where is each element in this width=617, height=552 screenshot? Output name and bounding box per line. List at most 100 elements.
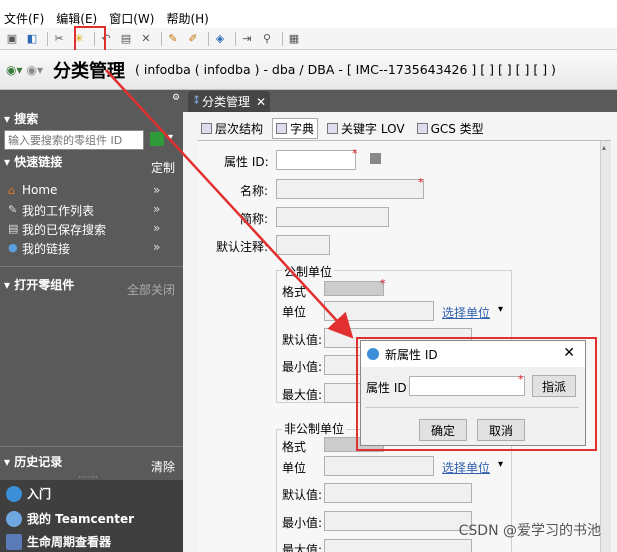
subtab-keyword-lov-label: 关键字 LOV xyxy=(341,121,405,136)
quicklinks-customize-link[interactable]: 定制 xyxy=(151,159,175,176)
attr-id-input[interactable] xyxy=(276,150,356,170)
close-icon[interactable]: ✕ xyxy=(563,345,575,361)
form-scrollbar[interactable]: ▴ xyxy=(600,141,611,552)
nonmetric-max-label: 最大值: xyxy=(282,543,323,552)
classification-tab-icon: ⁑ xyxy=(194,96,199,107)
scroll-up-icon[interactable]: ▴ xyxy=(602,143,606,152)
tool-c-icon[interactable]: ◈ xyxy=(212,31,228,47)
ok-button[interactable]: 确定 xyxy=(419,419,467,441)
metric-unit-label: 单位 xyxy=(282,305,307,319)
dialog-divider xyxy=(365,407,579,408)
quicklink-home[interactable]: Home xyxy=(22,183,57,197)
layout-icon[interactable]: ◧ xyxy=(24,31,40,47)
left-bottom-nav: 入门 我的 Teamcenter 生命周期查看器 xyxy=(0,480,183,552)
menu-help[interactable]: 帮助(H) xyxy=(166,10,208,27)
tool-b-icon[interactable]: ✐ xyxy=(185,31,201,47)
chevron-right-icon[interactable]: » xyxy=(153,202,160,216)
search-input[interactable] xyxy=(4,130,144,150)
home-icon: ⌂ xyxy=(8,184,15,197)
back-icon[interactable]: ◉▾ xyxy=(6,63,23,77)
chevron-right-icon[interactable]: » xyxy=(153,221,160,235)
window-icon[interactable]: ▣ xyxy=(4,31,20,47)
history-section-header[interactable]: ▾ 历史记录 xyxy=(0,453,62,470)
keyword-lov-icon xyxy=(327,122,339,134)
grid-icon[interactable]: ▦ xyxy=(286,31,302,47)
cancel-button[interactable]: 取消 xyxy=(477,419,525,441)
metric-select-unit-link[interactable]: 选择单位 xyxy=(442,304,490,321)
assign-button[interactable]: 指派 xyxy=(532,375,576,397)
quicklink-my-links[interactable]: 我的链接 xyxy=(22,240,70,257)
subtab-gcs-type-label: GCS 类型 xyxy=(430,121,484,136)
metric-min-label: 最小值: xyxy=(282,360,323,374)
nonmetric-format-label: 格式 xyxy=(282,440,307,454)
required-icon: * xyxy=(418,176,424,189)
nonmetric-unit-label: 单位 xyxy=(282,461,307,475)
subtab-dictionary[interactable]: 字典 xyxy=(272,117,319,139)
nonmetric-min-input[interactable] xyxy=(324,511,472,531)
dialog-attr-id-input[interactable] xyxy=(409,376,525,396)
nonmetric-default-input[interactable] xyxy=(324,483,472,503)
quicklink-worklist[interactable]: 我的工作列表 xyxy=(22,202,94,219)
attr-id-lookup-icon[interactable] xyxy=(370,153,381,164)
getting-started-icon xyxy=(6,485,22,502)
page-title: 分类管理 xyxy=(53,60,125,82)
default-note-label: 默认注释: xyxy=(216,240,269,254)
delete-icon[interactable]: ✕ xyxy=(138,31,154,47)
menu-window[interactable]: 窗口(W) xyxy=(109,10,154,27)
save-icon[interactable]: ▤ xyxy=(118,31,134,47)
open-items-section-header[interactable]: ▾ 打开零组件 xyxy=(0,276,74,293)
window-title-strip xyxy=(0,0,617,8)
metric-unit-input[interactable] xyxy=(324,301,434,321)
watermark: CSDN @爱学习的书池 xyxy=(458,523,601,539)
nonmetric-select-unit-link[interactable]: 选择单位 xyxy=(442,459,490,476)
search-go-icon[interactable] xyxy=(150,132,164,146)
search-dropdown-icon[interactable]: ▾ xyxy=(168,132,173,143)
required-icon: * xyxy=(518,373,524,386)
chevron-down-icon[interactable]: ▾ xyxy=(498,459,503,470)
nonmetric-min-label: 最小值: xyxy=(282,516,323,530)
tab-classification-admin[interactable]: ⁑ 分类管理 ✕ xyxy=(188,91,270,112)
chevron-right-icon[interactable]: » xyxy=(153,183,160,197)
menu-bar: 文件(F) 编辑(E) 窗口(W) 帮助(H) xyxy=(0,8,617,28)
close-all-link[interactable]: 全部关闭 xyxy=(127,281,175,298)
nav-lifecycle-viewer[interactable]: 生命周期查看器 xyxy=(6,533,111,550)
menu-edit[interactable]: 编辑(E) xyxy=(56,10,97,27)
nav-getting-started[interactable]: 入门 xyxy=(6,485,51,502)
nonmetric-max-input[interactable] xyxy=(324,539,472,552)
quicklinks-section-header[interactable]: ▾ 快速链接 xyxy=(0,153,62,170)
panel-settings-icon[interactable]: ⚙ xyxy=(172,93,180,103)
menu-file[interactable]: 文件(F) xyxy=(4,10,44,27)
quicklink-saved-searches[interactable]: 我的已保存搜索 xyxy=(22,221,106,238)
tool-a-icon[interactable]: ✎ xyxy=(165,31,181,47)
chevron-down-icon[interactable]: ▾ xyxy=(498,304,503,315)
nonmetric-unit-title: 非公制单位 xyxy=(282,420,347,437)
subtab-gcs-type[interactable]: GCS 类型 xyxy=(414,119,487,138)
forward-icon[interactable]: ◉▾ xyxy=(27,63,44,77)
app-logo-icon xyxy=(367,348,379,360)
cut-icon[interactable]: ✂ xyxy=(51,31,67,47)
tool-e-icon[interactable]: ⚲ xyxy=(259,31,275,47)
metric-format-input[interactable] xyxy=(324,281,384,296)
subtab-keyword-lov[interactable]: 关键字 LOV xyxy=(324,119,408,138)
page-context: ( infodba ( infodba ) - dba / DBA - [ IM… xyxy=(135,62,556,77)
nav-my-teamcenter[interactable]: 我的 Teamcenter xyxy=(6,510,134,527)
nonmetric-unit-input[interactable] xyxy=(324,456,434,476)
toolbar-separator xyxy=(235,31,236,46)
subtab-hierarchy[interactable]: 层次结构 xyxy=(198,119,266,138)
search-section-header[interactable]: ▾ 搜索 xyxy=(0,110,38,127)
app-header: ◉▾ ◉▾ 分类管理 ( infodba ( infodba ) - dba /… xyxy=(0,50,617,90)
open-items-title: 打开零组件 xyxy=(14,278,75,292)
close-icon[interactable]: ✕ xyxy=(256,95,266,109)
tool-d-icon[interactable]: ⇥ xyxy=(239,31,255,47)
short-name-input[interactable] xyxy=(276,207,389,227)
required-icon: * xyxy=(352,147,358,160)
required-icon: * xyxy=(380,277,386,290)
metric-default-label: 默认值: xyxy=(282,333,323,347)
chevron-right-icon[interactable]: » xyxy=(153,240,160,254)
name-input[interactable] xyxy=(276,179,424,199)
saved-search-icon: ▤ xyxy=(8,222,19,235)
toolbar-separator xyxy=(282,31,283,46)
toolbar-separator xyxy=(47,31,48,46)
default-note-input[interactable] xyxy=(276,235,330,255)
history-clear-link[interactable]: 清除 xyxy=(151,458,175,475)
